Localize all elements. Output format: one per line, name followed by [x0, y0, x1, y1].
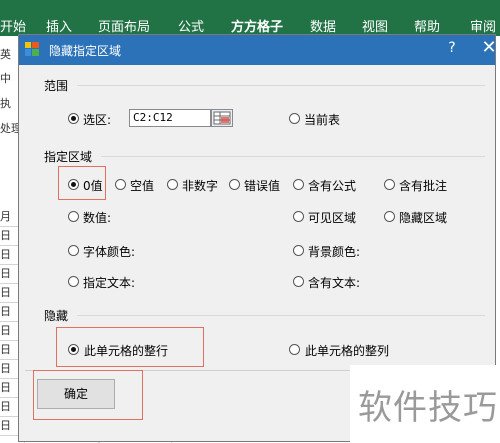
- font-color-radio[interactable]: [68, 245, 79, 256]
- selection-label: 选区:: [83, 113, 112, 127]
- ribbon-tab-review[interactable]: 审阅: [470, 16, 496, 35]
- sheet-cell: 日: [0, 341, 19, 360]
- ribbon-tab-help[interactable]: 帮助: [414, 16, 440, 35]
- sheet-cell: 日: [0, 284, 19, 303]
- non-number-radio[interactable]: [167, 179, 178, 190]
- sheet-cell: 日: [0, 398, 19, 417]
- entire-column-radio[interactable]: [289, 344, 300, 355]
- sheet-cell: 日: [0, 360, 19, 379]
- ribbon-tab-data[interactable]: 数据: [310, 16, 336, 35]
- group-divider: [77, 315, 485, 316]
- sheet-left-label: 中: [0, 70, 18, 88]
- error-value-radio[interactable]: [229, 179, 240, 190]
- current-sheet-radio[interactable]: [289, 113, 300, 124]
- error-value-label: 错误值: [244, 179, 281, 193]
- group-divider: [77, 85, 485, 86]
- app-icon: [25, 42, 39, 56]
- has-formula-label: 含有公式: [308, 179, 357, 193]
- range-group-label: 范围: [44, 79, 69, 93]
- specified-text-label: 指定文本:: [83, 276, 136, 290]
- contains-text-radio[interactable]: [293, 276, 304, 287]
- help-button[interactable]: ?: [444, 40, 460, 56]
- range-input[interactable]: C2:C12: [129, 109, 211, 127]
- specified-text-radio[interactable]: [68, 276, 79, 287]
- dialog-titlebar[interactable]: 隐藏指定区域 ? ✕: [19, 35, 497, 65]
- ribbon-tab-formulas[interactable]: 公式: [178, 16, 204, 35]
- has-comment-label: 含有批注: [399, 179, 448, 193]
- has-comment-radio[interactable]: [384, 179, 395, 190]
- highlight-box: [58, 166, 106, 200]
- selection-radio[interactable]: [68, 113, 79, 124]
- font-color-label: 字体颜色:: [83, 245, 136, 259]
- sheet-left-label: 英: [0, 46, 18, 64]
- ribbon-tab-fangfang[interactable]: 方方格子: [231, 16, 283, 35]
- watermark-text: 软件技巧: [358, 388, 498, 428]
- non-number-label: 非数字: [182, 179, 219, 193]
- ribbon-tab-view[interactable]: 视图: [362, 16, 388, 35]
- sheet-left-label: 处理: [0, 120, 18, 138]
- sheet-cell: 日: [0, 322, 19, 341]
- number-radio[interactable]: [68, 211, 79, 222]
- hidden-area-label: 隐藏区域: [399, 211, 448, 225]
- sheet-left-label: 执: [0, 95, 18, 113]
- entire-column-label: 此单元格的整列: [305, 344, 390, 358]
- ribbon-tab-insert[interactable]: 插入: [46, 16, 72, 35]
- excel-ribbon: 开始 插入 页面布局 公式 方方格子 数据 视图 帮助 审阅: [0, 0, 500, 36]
- hide-group-label: 隐藏: [44, 309, 69, 323]
- highlight-box: [33, 370, 143, 420]
- current-sheet-label: 当前表: [304, 113, 341, 127]
- close-button[interactable]: ✕: [481, 37, 497, 58]
- number-label: 数值:: [83, 211, 112, 225]
- group-divider: [101, 156, 485, 157]
- sheet-cell: 日: [0, 265, 19, 284]
- visible-area-radio[interactable]: [293, 211, 304, 222]
- contains-text-label: 含有文本:: [308, 276, 361, 290]
- sheet-cell: 月: [0, 208, 19, 227]
- dialog-title: 隐藏指定区域: [49, 44, 122, 58]
- bg-color-radio[interactable]: [293, 245, 304, 256]
- sheet-cell: 日: [0, 303, 19, 322]
- has-formula-radio[interactable]: [293, 179, 304, 190]
- range-picker-button[interactable]: [211, 109, 233, 127]
- sheet-cell: 日: [0, 379, 19, 398]
- sheet-cell: 日: [0, 227, 19, 246]
- watermark-area: 软件技巧: [350, 365, 500, 442]
- sheet-cell: 日: [0, 417, 19, 436]
- bg-color-label: 背景颜色:: [308, 245, 361, 259]
- area-group-label: 指定区域: [44, 150, 93, 164]
- hidden-area-radio[interactable]: [384, 211, 395, 222]
- sheet-cell: 日: [0, 246, 19, 265]
- visible-area-label: 可见区域: [308, 211, 357, 225]
- empty-value-radio[interactable]: [115, 179, 126, 190]
- range-select-icon: [213, 111, 231, 125]
- empty-value-label: 空值: [130, 179, 155, 193]
- ribbon-tab-page-layout[interactable]: 页面布局: [98, 16, 150, 35]
- ribbon-tab-home[interactable]: 开始: [0, 16, 26, 35]
- highlight-box: [56, 327, 204, 367]
